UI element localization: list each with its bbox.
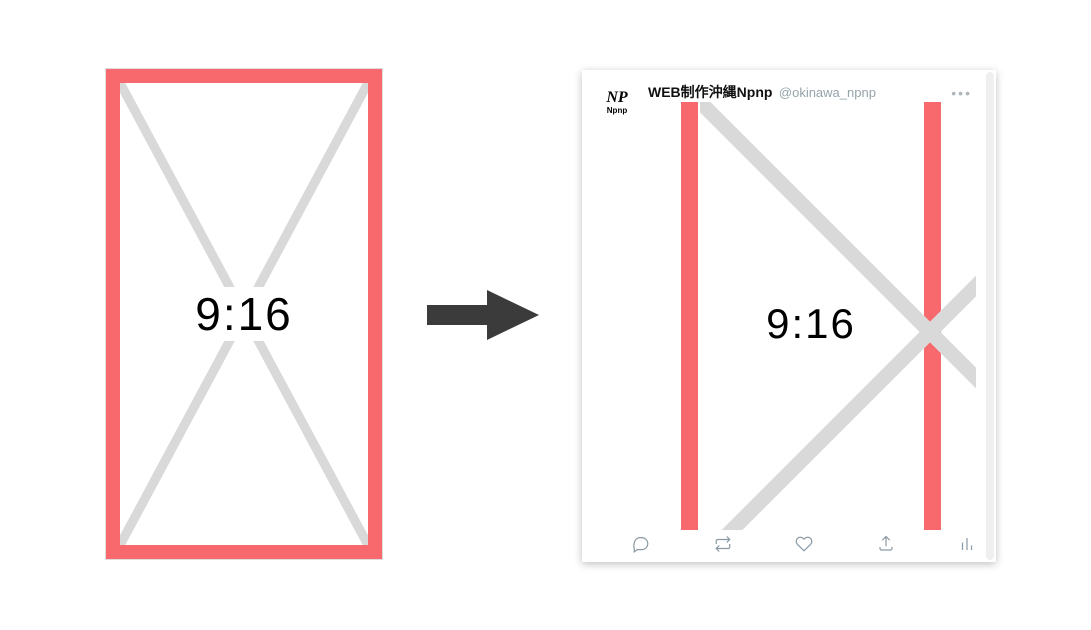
tweet-card: NP Npnp WEB制作沖縄Npnp @okinawa_npnp ••• 9:… bbox=[582, 70, 996, 562]
tweet-media[interactable]: 9:16 bbox=[646, 102, 976, 530]
more-icon[interactable]: ••• bbox=[951, 85, 972, 101]
scrollbar[interactable] bbox=[986, 72, 994, 560]
media-cropped-image: 9:16 bbox=[681, 102, 941, 530]
display-name[interactable]: WEB制作沖縄Npnp bbox=[648, 84, 772, 100]
share-icon[interactable] bbox=[877, 535, 895, 553]
tweet-actions bbox=[632, 532, 976, 556]
reply-icon[interactable] bbox=[632, 535, 650, 553]
avatar[interactable]: NP Npnp bbox=[596, 82, 638, 124]
diagram-canvas: 9:16 NP Npnp WEB制作沖縄Npnp @okinawa_npnp •… bbox=[0, 0, 1091, 630]
retweet-icon[interactable] bbox=[714, 535, 732, 553]
aspect-ratio-label: 9:16 bbox=[760, 300, 862, 348]
aspect-ratio-label: 9:16 bbox=[187, 287, 301, 341]
analytics-icon[interactable] bbox=[958, 535, 976, 553]
red-bar-left bbox=[681, 102, 698, 530]
tweet-names: WEB制作沖縄Npnp @okinawa_npnp bbox=[648, 82, 876, 102]
arrow-right-icon bbox=[427, 290, 539, 340]
source-image-9-16: 9:16 bbox=[105, 68, 383, 560]
handle[interactable]: @okinawa_npnp bbox=[779, 85, 876, 100]
avatar-brand: Npnp bbox=[607, 106, 627, 115]
source-image-inner: 9:16 bbox=[120, 83, 368, 545]
like-icon[interactable] bbox=[795, 535, 813, 553]
avatar-logo: NP bbox=[606, 91, 627, 105]
